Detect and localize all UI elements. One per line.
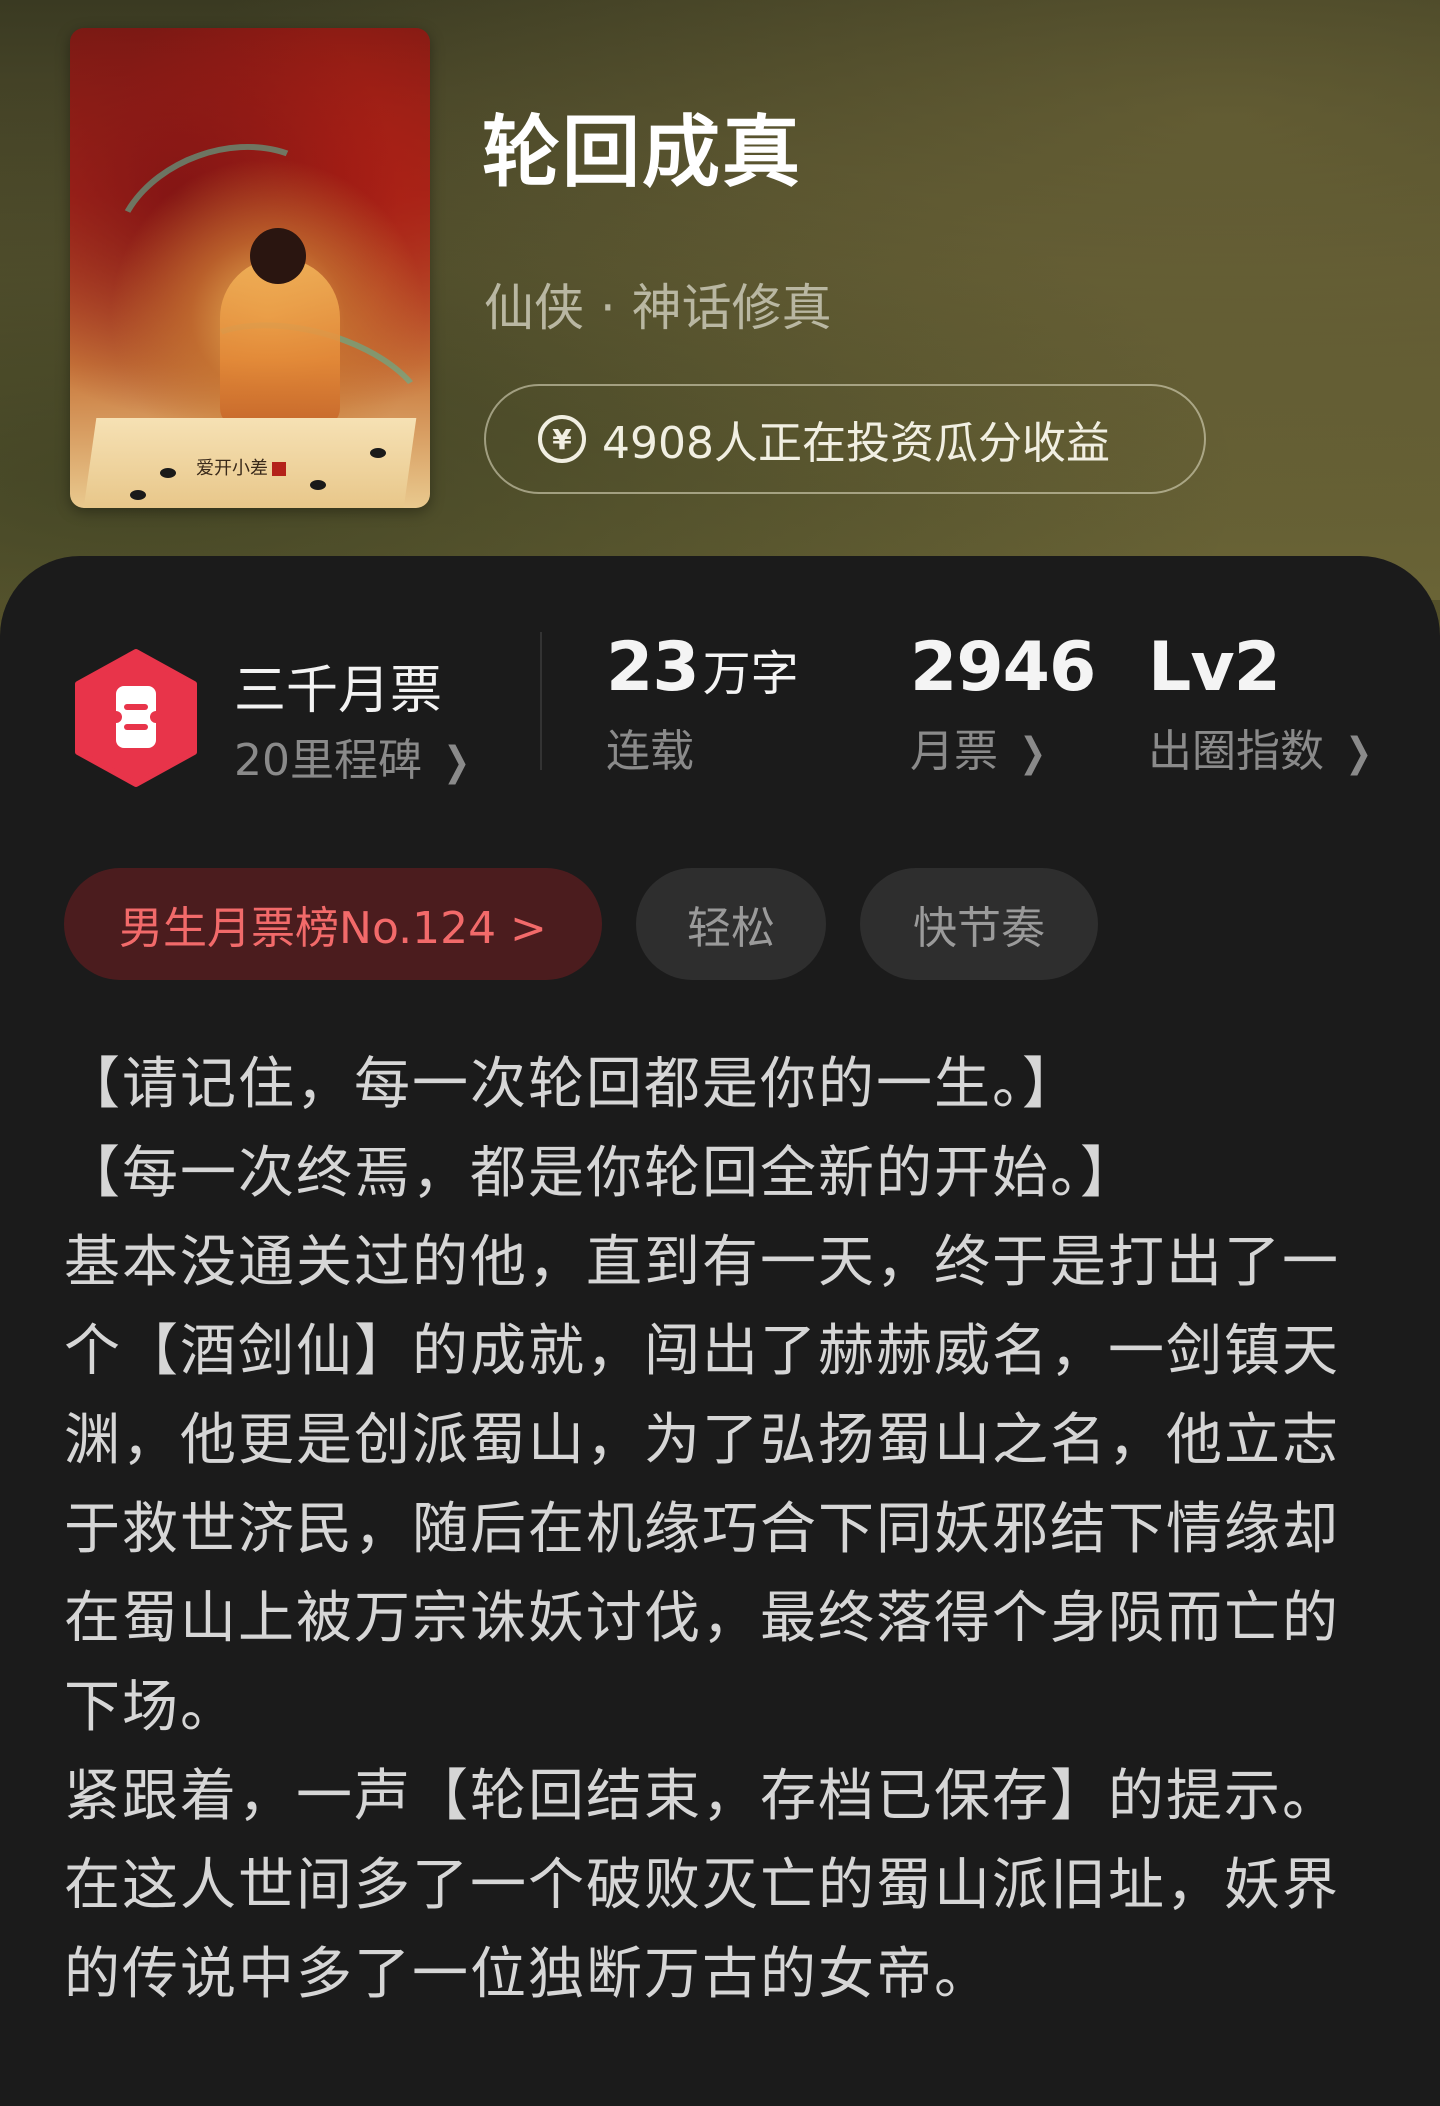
tag-relaxed[interactable]: 轻松: [636, 868, 826, 980]
monthly-votes-stat[interactable]: 2946 月票 ❯: [910, 628, 1096, 779]
word-count-value: 23: [606, 628, 700, 707]
synopsis-paragraph: 在这人世间多了一个破败灭亡的蜀山派旧址，妖界的传说中多了一位独断万古的女帝。: [64, 1853, 1340, 2007]
popularity-level-value: Lv2: [1148, 628, 1281, 707]
cover-figure-head: [250, 228, 306, 284]
word-count-unit: 万字: [702, 646, 799, 702]
chevron-right-icon: ❯: [443, 739, 471, 785]
book-title: 轮回成真: [482, 108, 803, 198]
ticket-hexagon-icon[interactable]: [72, 648, 200, 788]
stats-divider: [540, 632, 542, 770]
ticket-milestone-label: 20里程碑: [234, 735, 422, 786]
cover-go-stone: [130, 490, 146, 500]
monthly-ranking-tag[interactable]: 男生月票榜No.124 >: [64, 868, 602, 980]
book-genre: 仙侠 · 神话修真: [484, 279, 832, 337]
cover-author: 爱开小差: [196, 454, 286, 480]
cover-go-stone: [370, 448, 386, 458]
cover-go-stone: [310, 480, 326, 490]
ticket-title: 三千月票: [234, 661, 443, 721]
monthly-votes-label: 月票: [910, 726, 998, 777]
book-detail-page: 爱开小差 轮回成真 仙侠 · 神话修真 ¥ 4908人正在投资瓜分收益 三千月票…: [0, 0, 1440, 2106]
synopsis-paragraph: 基本没通关过的他，直到有一天，终于是打出了一个【酒剑仙】的成就，闯出了赫赫威名，…: [64, 1230, 1340, 1740]
cover-go-stone: [160, 468, 176, 478]
tag-fast-paced[interactable]: 快节奏: [860, 868, 1098, 980]
book-synopsis: 【请记住，每一次轮回都是你的一生。】 【每一次终焉，都是你轮回全新的开始。】 基…: [64, 1040, 1354, 2019]
monthly-votes-value: 2946: [910, 628, 1096, 707]
invest-button[interactable]: ¥ 4908人正在投资瓜分收益: [484, 384, 1206, 494]
word-count-stat: 23万字 连载: [606, 628, 799, 779]
synopsis-paragraph: 紧跟着，一声【轮回结束，存档已保存】的提示。: [64, 1764, 1340, 1829]
yen-circle-icon: ¥: [538, 415, 586, 463]
book-cover[interactable]: 爱开小差: [70, 28, 430, 508]
serial-status-label: 连载: [606, 726, 694, 777]
chevron-right-icon: ❯: [1019, 730, 1047, 776]
ticket-milestone-link[interactable]: 20里程碑 ❯: [234, 724, 474, 788]
popularity-index-label: 出圈指数: [1148, 726, 1324, 777]
chevron-right-icon: ❯: [1345, 730, 1373, 776]
invest-text: 4908人正在投资瓜分收益: [602, 418, 1110, 469]
book-header: 爱开小差 轮回成真 仙侠 · 神话修真 ¥ 4908人正在投资瓜分收益: [0, 0, 1440, 600]
popularity-index-stat[interactable]: Lv2 出圈指数 ❯: [1148, 628, 1376, 779]
synopsis-paragraph: 【请记住，每一次轮回都是你的一生。】: [64, 1052, 1080, 1117]
cover-seal: [272, 462, 286, 476]
synopsis-paragraph: 【每一次终焉，都是你轮回全新的开始。】: [64, 1141, 1138, 1206]
